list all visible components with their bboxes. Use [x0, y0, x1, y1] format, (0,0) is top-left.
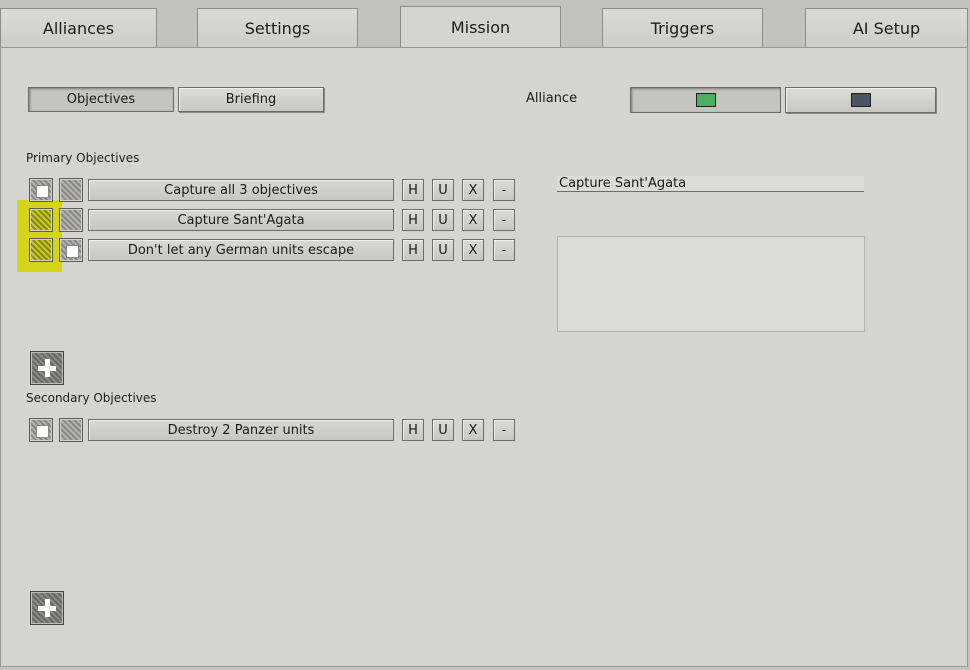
- hide-label: H: [408, 242, 418, 258]
- delete-label: X: [468, 182, 478, 198]
- add-secondary-objective-button[interactable]: [30, 591, 64, 625]
- primary-2-checkbox-b[interactable]: [59, 208, 83, 232]
- tab-ai-setup[interactable]: AI Setup: [805, 8, 968, 47]
- objective-description-textarea[interactable]: [557, 236, 865, 332]
- mission-editor: Alliances Settings Mission Triggers AI S…: [0, 0, 970, 670]
- hide-label: H: [408, 212, 418, 228]
- alliance-2-button[interactable]: [785, 87, 936, 113]
- remove-button[interactable]: -: [493, 209, 515, 231]
- remove-label: -: [501, 212, 507, 228]
- secondary-objectives-heading: Secondary Objectives: [26, 391, 157, 405]
- update-button[interactable]: U: [432, 419, 454, 441]
- primary-3-checkbox-a[interactable]: [29, 238, 53, 262]
- secondary-1-checkbox-b[interactable]: [59, 418, 83, 442]
- update-button[interactable]: U: [432, 239, 454, 261]
- tab-triggers[interactable]: Triggers: [602, 8, 763, 47]
- primary-objective-row[interactable]: Capture Sant'Agata: [88, 209, 394, 231]
- objectives-subtab-label: Objectives: [66, 92, 136, 107]
- objective-name-input[interactable]: Capture Sant'Agata: [557, 176, 864, 192]
- objective-text: Don't let any German units escape: [127, 242, 355, 258]
- update-label: U: [438, 422, 448, 438]
- tab-label: Mission: [450, 18, 511, 37]
- secondary-1-checkbox-a[interactable]: [29, 418, 53, 442]
- hide-button[interactable]: H: [402, 419, 424, 441]
- hide-label: H: [408, 182, 418, 198]
- update-label: U: [438, 242, 448, 258]
- primary-1-checkbox-b[interactable]: [59, 178, 83, 202]
- briefing-subtab-label: Briefing: [225, 92, 277, 107]
- tab-settings[interactable]: Settings: [197, 8, 358, 47]
- add-primary-objective-button[interactable]: [30, 351, 64, 385]
- tab-label: Alliances: [42, 18, 115, 38]
- primary-3-checkbox-b[interactable]: [59, 238, 83, 262]
- alliance-1-swatch: [695, 93, 716, 107]
- remove-label: -: [501, 182, 507, 198]
- objective-text: Destroy 2 Panzer units: [167, 422, 315, 438]
- briefing-subtab-button[interactable]: Briefing: [178, 87, 324, 112]
- update-button[interactable]: U: [432, 179, 454, 201]
- hide-label: H: [408, 422, 418, 438]
- hide-button[interactable]: H: [402, 179, 424, 201]
- delete-label: X: [468, 242, 478, 258]
- update-label: U: [438, 212, 448, 228]
- hide-button[interactable]: H: [402, 209, 424, 231]
- remove-button[interactable]: -: [493, 239, 515, 261]
- update-label: U: [438, 182, 448, 198]
- remove-button[interactable]: -: [493, 179, 515, 201]
- alliance-2-swatch: [850, 93, 871, 107]
- objectives-subtab-button[interactable]: Objectives: [28, 87, 174, 112]
- objective-text: Capture all 3 objectives: [164, 182, 318, 198]
- delete-button[interactable]: X: [462, 239, 484, 261]
- primary-objectives-heading: Primary Objectives: [26, 151, 140, 165]
- secondary-objective-row[interactable]: Destroy 2 Panzer units: [88, 419, 394, 441]
- tab-label: Settings: [244, 18, 311, 38]
- primary-objective-row[interactable]: Capture all 3 objectives: [88, 179, 394, 201]
- primary-2-checkbox-a[interactable]: [29, 208, 53, 232]
- objective-text: Capture Sant'Agata: [177, 212, 305, 228]
- tab-label: Triggers: [650, 18, 715, 38]
- tab-label: AI Setup: [852, 18, 921, 38]
- mission-panel: [0, 47, 968, 667]
- delete-label: X: [468, 422, 478, 438]
- delete-label: X: [468, 212, 478, 228]
- tab-mission[interactable]: Mission: [400, 6, 561, 48]
- delete-button[interactable]: X: [462, 179, 484, 201]
- tab-alliances[interactable]: Alliances: [0, 8, 157, 47]
- primary-objective-row[interactable]: Don't let any German units escape: [88, 239, 394, 261]
- remove-label: -: [501, 242, 507, 258]
- delete-button[interactable]: X: [462, 419, 484, 441]
- alliance-label: Alliance: [526, 91, 578, 106]
- alliance-1-button[interactable]: [630, 87, 781, 113]
- remove-button[interactable]: -: [493, 419, 515, 441]
- primary-1-checkbox-a[interactable]: [29, 178, 53, 202]
- delete-button[interactable]: X: [462, 209, 484, 231]
- remove-label: -: [501, 422, 507, 438]
- update-button[interactable]: U: [432, 209, 454, 231]
- hide-button[interactable]: H: [402, 239, 424, 261]
